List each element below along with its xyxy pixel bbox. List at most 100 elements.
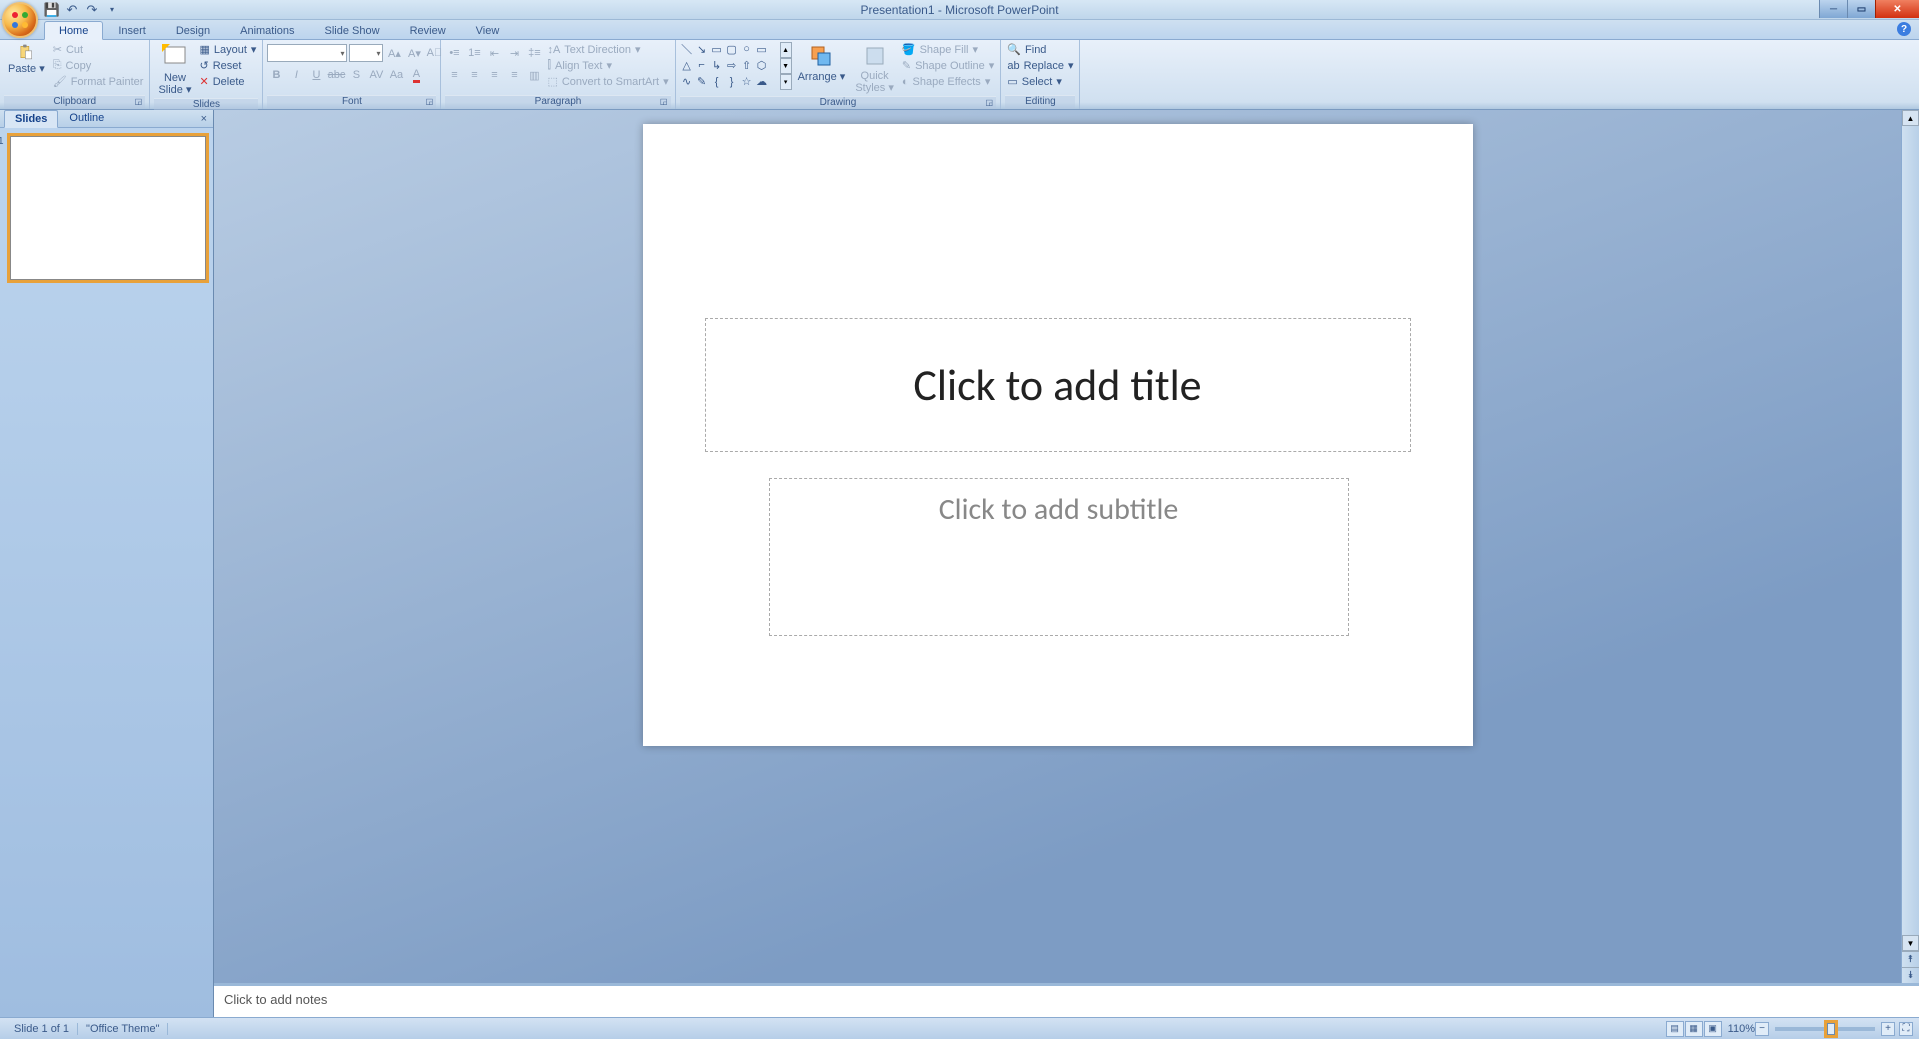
shape-brace-icon[interactable]: { bbox=[710, 75, 724, 89]
quick-styles-button[interactable]: Quick Styles ▾ bbox=[851, 42, 898, 96]
qat-customize-icon[interactable]: ▾ bbox=[104, 2, 120, 18]
tab-slideshow[interactable]: Slide Show bbox=[310, 21, 395, 39]
maximize-button[interactable]: ▭ bbox=[1847, 0, 1875, 18]
shape-elbow-icon[interactable]: ⌐ bbox=[695, 58, 709, 72]
shape-roundrect-icon[interactable]: ▢ bbox=[725, 42, 739, 56]
bold-button[interactable]: B bbox=[267, 66, 285, 84]
scroll-up-icon[interactable]: ▲ bbox=[1902, 110, 1919, 126]
tab-home[interactable]: Home bbox=[44, 21, 103, 40]
slideshow-view-icon[interactable]: ▣ bbox=[1704, 1021, 1722, 1037]
prev-slide-icon[interactable]: ⯭ bbox=[1902, 951, 1919, 967]
scroll-track[interactable] bbox=[1902, 126, 1919, 935]
vertical-scrollbar[interactable]: ▲ ▼ ⯭ ⯯ bbox=[1901, 110, 1919, 983]
minimize-button[interactable]: ─ bbox=[1819, 0, 1847, 18]
subtitle-placeholder[interactable]: Click to add subtitle bbox=[769, 478, 1349, 636]
underline-button[interactable]: U bbox=[307, 66, 325, 84]
next-slide-icon[interactable]: ⯯ bbox=[1902, 967, 1919, 983]
qat-undo-icon[interactable]: ↶ bbox=[64, 2, 80, 18]
font-name-combo[interactable] bbox=[267, 44, 347, 62]
shape-hex-icon[interactable]: ⬡ bbox=[755, 58, 769, 72]
tab-animations[interactable]: Animations bbox=[225, 21, 309, 39]
shape-rect-icon[interactable]: ▭ bbox=[710, 42, 724, 56]
justify-icon[interactable]: ≡ bbox=[505, 66, 523, 84]
slide-canvas-area[interactable]: Click to add title Click to add subtitle bbox=[214, 110, 1901, 983]
zoom-out-button[interactable]: − bbox=[1755, 1022, 1769, 1036]
shapes-gallery[interactable]: ＼ ↘ ▭ ▢ ○ ▭ △ ⌐ ↳ ⇨ ⇧ ⬡ ∿ ✎ { } ☆ bbox=[680, 42, 780, 90]
notes-pane[interactable]: Click to add notes bbox=[214, 983, 1919, 1017]
grow-font-icon[interactable]: A▴ bbox=[385, 44, 403, 62]
drawing-launcher-icon[interactable]: ◲ bbox=[984, 98, 994, 108]
paste-button[interactable]: Paste ▾ bbox=[4, 42, 49, 77]
align-right-icon[interactable]: ≡ bbox=[485, 66, 503, 84]
strike-button[interactable]: abc bbox=[327, 66, 345, 84]
shape-arrow2-icon[interactable]: ⇨ bbox=[725, 58, 739, 72]
format-painter-button[interactable]: 🖌Format Painter bbox=[51, 74, 146, 89]
scroll-down-icon[interactable]: ▼ bbox=[1902, 935, 1919, 951]
layout-button[interactable]: ▦Layout ▾ bbox=[197, 42, 258, 57]
reset-button[interactable]: ↺Reset bbox=[197, 58, 258, 73]
change-case-icon[interactable]: Aa bbox=[387, 66, 405, 84]
shape-fill-button[interactable]: 🪣Shape Fill ▾ bbox=[900, 42, 996, 57]
normal-view-icon[interactable]: ▤ bbox=[1666, 1021, 1684, 1037]
qat-save-icon[interactable]: 💾 bbox=[44, 2, 60, 18]
panel-close-icon[interactable]: × bbox=[201, 113, 207, 125]
tab-view[interactable]: View bbox=[461, 21, 515, 39]
font-size-combo[interactable] bbox=[349, 44, 383, 62]
align-text-button[interactable]: ⫿Align Text ▾ bbox=[545, 58, 670, 73]
font-color-icon[interactable]: A bbox=[407, 66, 425, 84]
zoom-slider[interactable] bbox=[1775, 1027, 1875, 1031]
shape-arrow3-icon[interactable]: ⇧ bbox=[740, 58, 754, 72]
shape-triangle-icon[interactable]: △ bbox=[680, 58, 694, 72]
shape-curve-icon[interactable]: ∿ bbox=[680, 75, 694, 89]
fit-window-icon[interactable]: ⛶ bbox=[1899, 1022, 1913, 1036]
close-button[interactable]: ✕ bbox=[1875, 0, 1919, 18]
copy-button[interactable]: ⎘Copy bbox=[51, 58, 146, 73]
help-icon[interactable]: ? bbox=[1897, 22, 1911, 36]
convert-smartart-button[interactable]: ⬚Convert to SmartArt ▾ bbox=[545, 74, 670, 89]
gallery-more-icon[interactable]: ▾ bbox=[780, 74, 792, 90]
italic-button[interactable]: I bbox=[287, 66, 305, 84]
cut-button[interactable]: ✂Cut bbox=[51, 42, 146, 57]
slide-thumbnail[interactable] bbox=[10, 136, 206, 280]
shape-rect2-icon[interactable]: ▭ bbox=[755, 42, 769, 56]
clipboard-launcher-icon[interactable]: ◲ bbox=[133, 97, 143, 107]
replace-button[interactable]: abReplace ▾ bbox=[1005, 58, 1075, 73]
columns-icon[interactable]: ▥ bbox=[525, 66, 543, 84]
shadow-button[interactable]: S bbox=[347, 66, 365, 84]
line-spacing-icon[interactable]: ‡≡ bbox=[525, 44, 543, 62]
tab-review[interactable]: Review bbox=[395, 21, 461, 39]
zoom-level[interactable]: 110% bbox=[1728, 1023, 1755, 1035]
shape-connector-icon[interactable]: ↳ bbox=[710, 58, 724, 72]
decrease-indent-icon[interactable]: ⇤ bbox=[485, 44, 503, 62]
shape-brace2-icon[interactable]: } bbox=[725, 75, 739, 89]
panel-tab-outline[interactable]: Outline bbox=[58, 110, 115, 127]
shape-effects-button[interactable]: ◐Shape Effects ▾ bbox=[900, 74, 996, 89]
shape-free-icon[interactable]: ✎ bbox=[695, 75, 709, 89]
shape-oval-icon[interactable]: ○ bbox=[740, 42, 754, 56]
shape-arrow-icon[interactable]: ↘ bbox=[695, 42, 709, 56]
tab-insert[interactable]: Insert bbox=[103, 21, 161, 39]
panel-tab-slides[interactable]: Slides bbox=[4, 110, 58, 128]
text-direction-button[interactable]: ↕AText Direction ▾ bbox=[545, 42, 670, 57]
title-placeholder[interactable]: Click to add title bbox=[705, 318, 1411, 452]
find-button[interactable]: 🔍Find bbox=[1005, 42, 1075, 57]
delete-button[interactable]: ✕Delete bbox=[197, 74, 258, 89]
numbering-icon[interactable]: 1≡ bbox=[465, 44, 483, 62]
font-launcher-icon[interactable]: ◲ bbox=[424, 97, 434, 107]
sorter-view-icon[interactable]: ▦ bbox=[1685, 1021, 1703, 1037]
paragraph-launcher-icon[interactable]: ◲ bbox=[659, 97, 669, 107]
slide[interactable]: Click to add title Click to add subtitle bbox=[643, 124, 1473, 746]
shape-line-icon[interactable]: ＼ bbox=[680, 42, 694, 56]
qat-redo-icon[interactable]: ↷ bbox=[84, 2, 100, 18]
gallery-down-icon[interactable]: ▼ bbox=[780, 58, 792, 74]
align-center-icon[interactable]: ≡ bbox=[465, 66, 483, 84]
char-spacing-icon[interactable]: AV bbox=[367, 66, 385, 84]
align-left-icon[interactable]: ≡ bbox=[445, 66, 463, 84]
office-button[interactable] bbox=[2, 2, 38, 38]
gallery-up-icon[interactable]: ▲ bbox=[780, 42, 792, 58]
shape-cloud-icon[interactable]: ☁ bbox=[755, 75, 769, 89]
select-button[interactable]: ▭Select ▾ bbox=[1005, 74, 1075, 89]
tab-design[interactable]: Design bbox=[161, 21, 225, 39]
zoom-in-button[interactable]: + bbox=[1881, 1022, 1895, 1036]
zoom-slider-thumb[interactable] bbox=[1827, 1023, 1835, 1035]
